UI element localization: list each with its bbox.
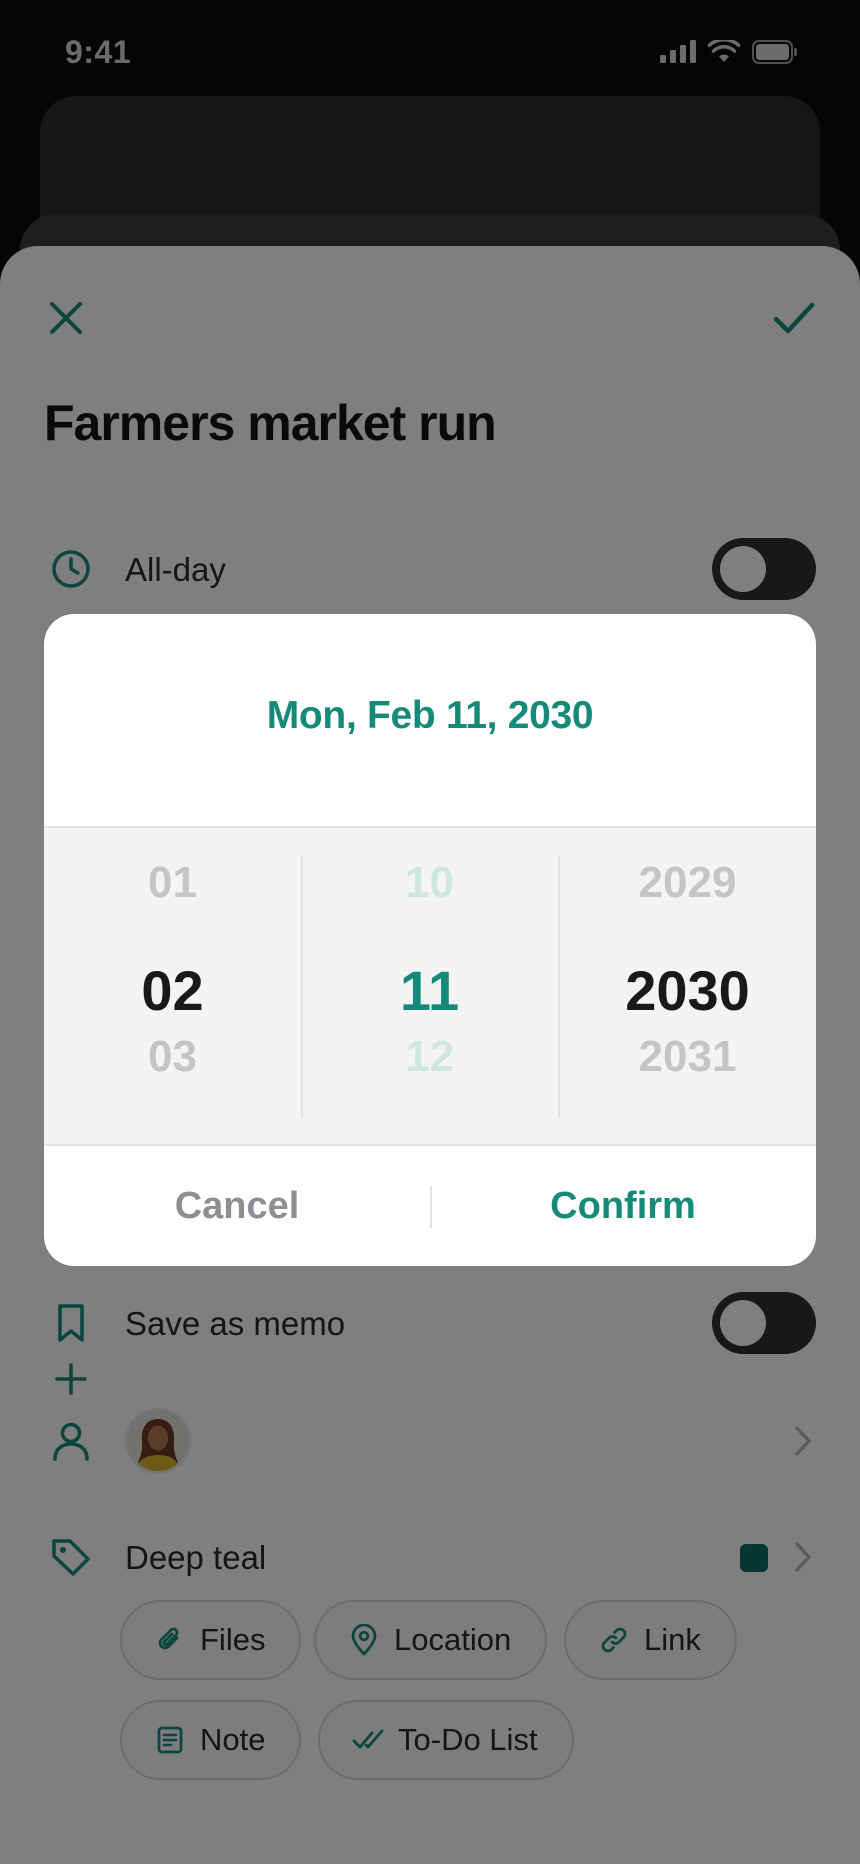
day-wheel[interactable]: 10 11 12 — [301, 828, 558, 1144]
dialog-actions: Cancel Confirm — [44, 1146, 816, 1266]
date-picker-dialog: Mon, Feb 11, 2030 01 02 03 10 11 12 2029… — [44, 614, 816, 1266]
day-next[interactable]: 12 — [301, 1032, 558, 1082]
date-wheel-picker: 01 02 03 10 11 12 2029 2030 2031 — [44, 826, 816, 1146]
day-current[interactable]: 11 — [301, 958, 558, 1023]
year-prev[interactable]: 2029 — [559, 858, 816, 908]
month-prev[interactable]: 01 — [44, 858, 301, 908]
cancel-button[interactable]: Cancel — [44, 1146, 430, 1266]
year-next[interactable]: 2031 — [559, 1032, 816, 1082]
month-wheel[interactable]: 01 02 03 — [44, 828, 301, 1144]
month-next[interactable]: 03 — [44, 1032, 301, 1082]
selected-date-header: Mon, Feb 11, 2030 — [266, 694, 594, 737]
year-current[interactable]: 2030 — [559, 958, 816, 1023]
confirm-button[interactable]: Confirm — [430, 1146, 816, 1266]
month-current[interactable]: 02 — [44, 958, 301, 1023]
day-prev[interactable]: 10 — [301, 858, 558, 908]
year-wheel[interactable]: 2029 2030 2031 — [559, 828, 816, 1144]
